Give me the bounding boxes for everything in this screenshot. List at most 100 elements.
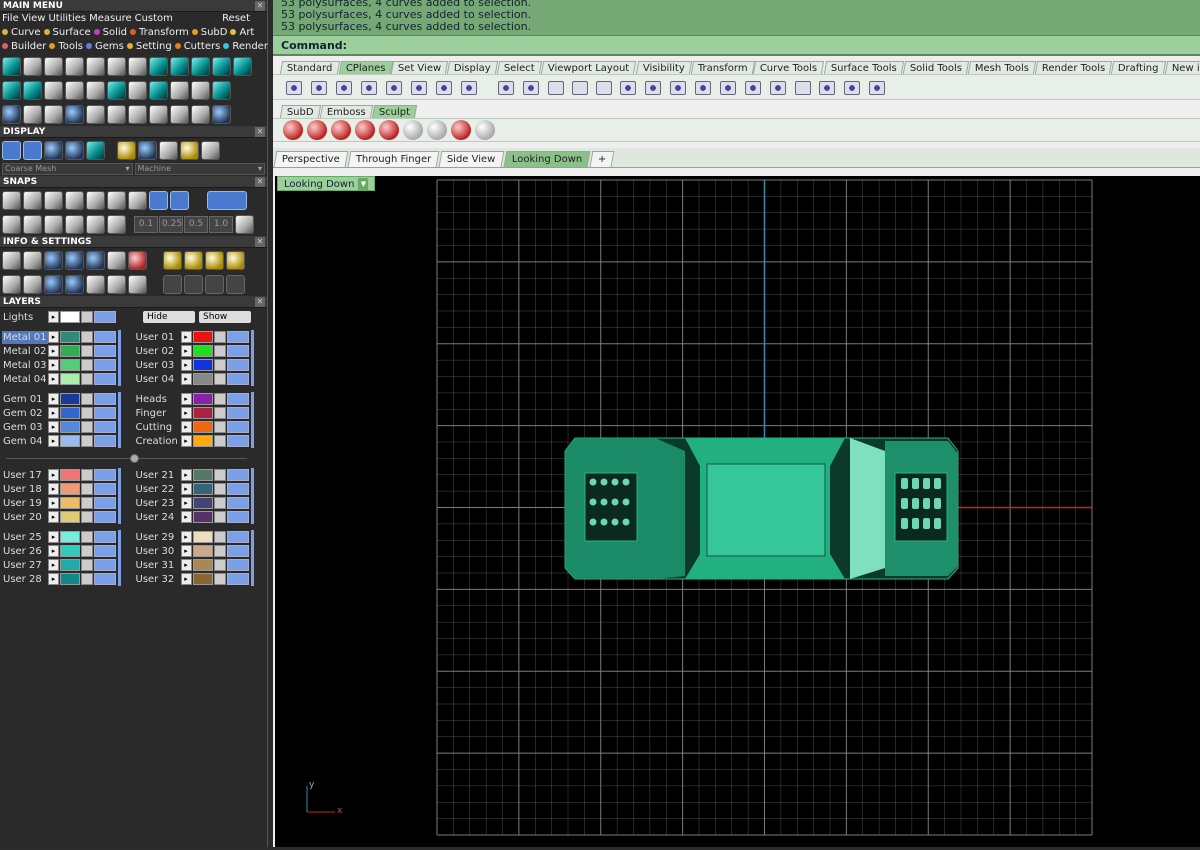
layer-visibility[interactable] [94, 421, 116, 433]
menu-solid[interactable]: Solid [93, 27, 127, 38]
lock-icon[interactable] [81, 483, 93, 495]
tab-set-view[interactable]: Set View [390, 61, 449, 74]
snap-icon[interactable] [86, 214, 105, 234]
layer-name[interactable]: Gem 04 [2, 435, 48, 448]
tool-icon[interactable] [212, 56, 231, 76]
cplane-tool-icon[interactable] [520, 77, 540, 97]
layer-name[interactable]: User 03 [135, 359, 181, 372]
layer-name[interactable]: Finger [135, 407, 181, 420]
layer-expand-icon[interactable]: ▸ [180, 373, 192, 385]
display-icon[interactable] [201, 140, 220, 160]
menu-subd[interactable]: SubD [191, 27, 227, 38]
tool-icon[interactable] [107, 80, 126, 100]
info-icon[interactable] [44, 274, 63, 294]
layer-visibility[interactable] [94, 345, 116, 357]
layer-expand-icon[interactable]: ▸ [180, 393, 192, 405]
layer-color-swatch[interactable] [192, 483, 213, 495]
layer-name[interactable]: Lights [2, 311, 48, 324]
layer-expand-icon[interactable]: ▸ [180, 511, 192, 523]
tool-icon[interactable] [44, 80, 63, 100]
lock-icon[interactable] [213, 483, 226, 495]
search-icon[interactable] [23, 250, 42, 270]
layer-name[interactable]: User 20 [2, 511, 48, 524]
menu-view[interactable]: View [22, 13, 46, 24]
sculpt-tool-icon[interactable] [403, 120, 423, 140]
tab-select[interactable]: Select [497, 61, 543, 74]
close-icon[interactable]: ✕ [255, 1, 265, 11]
cplane-tool-icon[interactable] [545, 77, 565, 97]
layer-name[interactable]: User 19 [2, 497, 48, 510]
layer-visibility[interactable] [226, 469, 249, 481]
show-button[interactable]: Show [199, 311, 251, 323]
layer-expand-icon[interactable]: ▸ [180, 407, 192, 419]
filter-icon[interactable] [86, 274, 105, 294]
tab-standard[interactable]: Standard [279, 61, 340, 74]
lock-icon[interactable] [81, 469, 93, 481]
tab-surface-tools[interactable]: Surface Tools [823, 61, 904, 74]
tool-icon[interactable] [170, 56, 189, 76]
menu-file[interactable]: File [2, 13, 19, 24]
layer-visibility[interactable] [226, 393, 249, 405]
layer-color-swatch[interactable] [192, 573, 213, 585]
layer-visibility[interactable] [226, 545, 249, 557]
layer-expand-icon[interactable]: ▸ [48, 511, 59, 523]
layer-name[interactable]: Metal 01 [2, 330, 48, 344]
chevron-down-icon[interactable]: ▼ [358, 177, 369, 191]
layer-visibility[interactable] [94, 393, 116, 405]
layer-visibility[interactable] [94, 373, 116, 385]
layer-name[interactable]: Gem 02 [2, 407, 48, 420]
cplane-tool-icon[interactable] [642, 77, 662, 97]
info-icon[interactable] [44, 250, 63, 270]
viewport-tab-side-view[interactable]: Side View [438, 151, 505, 167]
sculpt-tool-icon[interactable] [355, 120, 375, 140]
layer-color-swatch[interactable] [60, 497, 80, 509]
lock-icon[interactable] [81, 393, 93, 405]
layer-expand-icon[interactable]: ▸ [180, 483, 192, 495]
layer-name[interactable]: User 21 [135, 469, 181, 482]
tool-icon[interactable] [86, 56, 105, 76]
cplane-tool-icon[interactable] [617, 77, 637, 97]
layer-visibility[interactable] [94, 435, 116, 447]
layer-visibility[interactable] [94, 311, 116, 323]
layer-expand-icon[interactable]: ▸ [48, 483, 59, 495]
lock-icon[interactable] [213, 545, 226, 557]
lock-icon[interactable] [213, 373, 226, 385]
layer-expand-icon[interactable]: ▸ [48, 373, 59, 385]
layer-color-swatch[interactable] [192, 497, 213, 509]
menu-curve[interactable]: Curve [2, 27, 41, 38]
cplane-tool-icon[interactable] [283, 77, 303, 97]
lock-icon[interactable] [81, 497, 93, 509]
cplane-tool-icon[interactable] [816, 77, 836, 97]
tool-icon[interactable] [23, 80, 42, 100]
layer-color-swatch[interactable] [60, 573, 80, 585]
close-icon[interactable]: ✕ [255, 237, 265, 247]
cplane-tool-icon[interactable] [333, 77, 353, 97]
lock-icon[interactable] [213, 407, 226, 419]
snap-icon[interactable] [23, 214, 42, 234]
layer-visibility[interactable] [94, 469, 116, 481]
lock-icon[interactable] [81, 531, 93, 543]
tool-icon[interactable] [65, 104, 84, 124]
tab-render-tools[interactable]: Render Tools [1034, 61, 1113, 74]
sculpt-tool-icon[interactable] [379, 120, 399, 140]
layer-color-swatch[interactable] [60, 531, 80, 543]
lock-icon[interactable] [81, 331, 93, 343]
tool-icon[interactable] [149, 56, 168, 76]
tool-icon[interactable] [86, 80, 105, 100]
layer-visibility[interactable] [226, 531, 249, 543]
layer-name[interactable]: User 30 [135, 545, 181, 558]
tool-icon[interactable] [191, 56, 210, 76]
lock-icon[interactable] [213, 421, 226, 433]
cplane-tool-icon[interactable] [866, 77, 886, 97]
lock-icon[interactable] [81, 373, 93, 385]
lock-icon[interactable] [213, 435, 226, 447]
cplane-tool-icon[interactable] [742, 77, 762, 97]
lock-icon[interactable] [81, 345, 93, 357]
lock-icon[interactable] [81, 545, 93, 557]
snap-icon[interactable] [128, 190, 147, 210]
info-icon[interactable] [163, 274, 182, 294]
layer-expand-icon[interactable]: ▸ [48, 311, 59, 323]
layer-color-swatch[interactable] [192, 559, 213, 571]
layer-name[interactable]: User 22 [135, 483, 181, 496]
layer-visibility[interactable] [226, 559, 249, 571]
